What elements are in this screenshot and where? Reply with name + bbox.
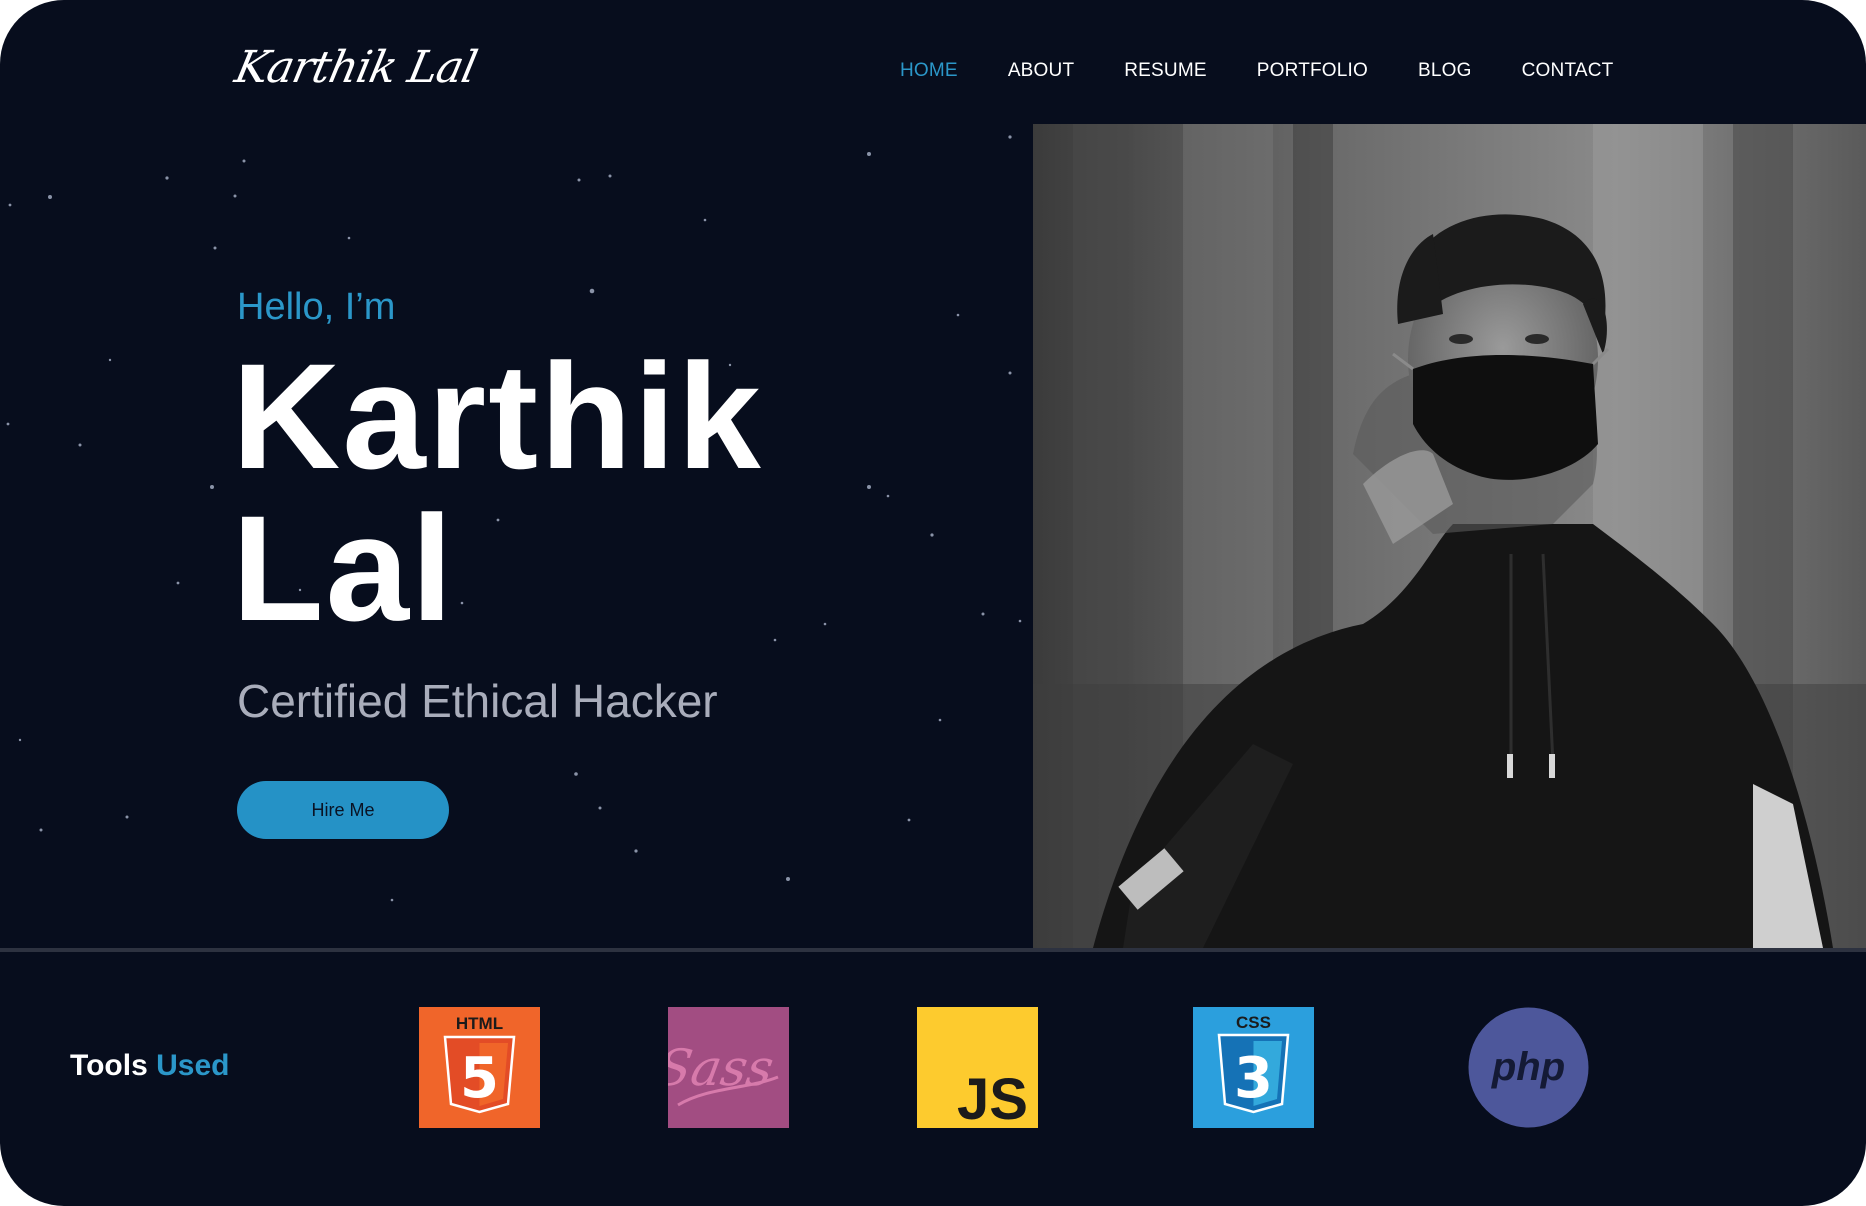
nav-item-blog[interactable]: BLOG: [1418, 60, 1472, 82]
tools-heading-accent: Used: [156, 1049, 230, 1082]
nav-item-resume[interactable]: RESUME: [1124, 60, 1207, 82]
css3-icon: CSS 3: [1193, 1007, 1314, 1128]
tools-heading-word: Tools: [70, 1049, 148, 1082]
section-divider: [0, 948, 1866, 952]
nav-item-home[interactable]: HOME: [900, 60, 958, 82]
hero-greeting: Hello, I’m: [237, 286, 396, 328]
html5-icon-label: HTML: [456, 1014, 503, 1033]
hero-role: Certified Ethical Hacker: [237, 675, 718, 727]
hero-name: Karthik Lal: [232, 340, 763, 644]
javascript-icon-label: JS: [957, 1067, 1028, 1128]
sass-icon: Sass: [668, 1007, 789, 1128]
nav-item-about[interactable]: ABOUT: [1008, 60, 1074, 82]
nav-item-portfolio[interactable]: PORTFOLIO: [1257, 60, 1368, 82]
hero-name-last: Lal: [232, 484, 455, 652]
tools-heading: Tools Used: [70, 1049, 229, 1083]
page-frame: Karthik Lal HOME ABOUT RESUME PORTFOLIO …: [0, 0, 1866, 1206]
html5-icon: HTML 5: [419, 1007, 540, 1128]
hire-me-button[interactable]: Hire Me: [237, 781, 449, 839]
nav-item-contact[interactable]: CONTACT: [1522, 60, 1614, 82]
site-logo[interactable]: Karthik Lal: [231, 42, 481, 93]
hero-name-first: Karthik: [232, 332, 763, 500]
javascript-icon: JS: [917, 1007, 1038, 1128]
profile-photo: [1033, 124, 1866, 948]
css3-icon-glyph: 3: [1234, 1046, 1273, 1111]
html5-icon-glyph: 5: [460, 1046, 499, 1111]
css3-icon-label: CSS: [1236, 1013, 1271, 1032]
sass-icon-label: Sass: [668, 1038, 778, 1097]
main-nav: HOME ABOUT RESUME PORTFOLIO BLOG CONTACT: [900, 60, 1663, 82]
php-icon: php: [1468, 1007, 1589, 1128]
php-icon-label: php: [1491, 1045, 1565, 1089]
